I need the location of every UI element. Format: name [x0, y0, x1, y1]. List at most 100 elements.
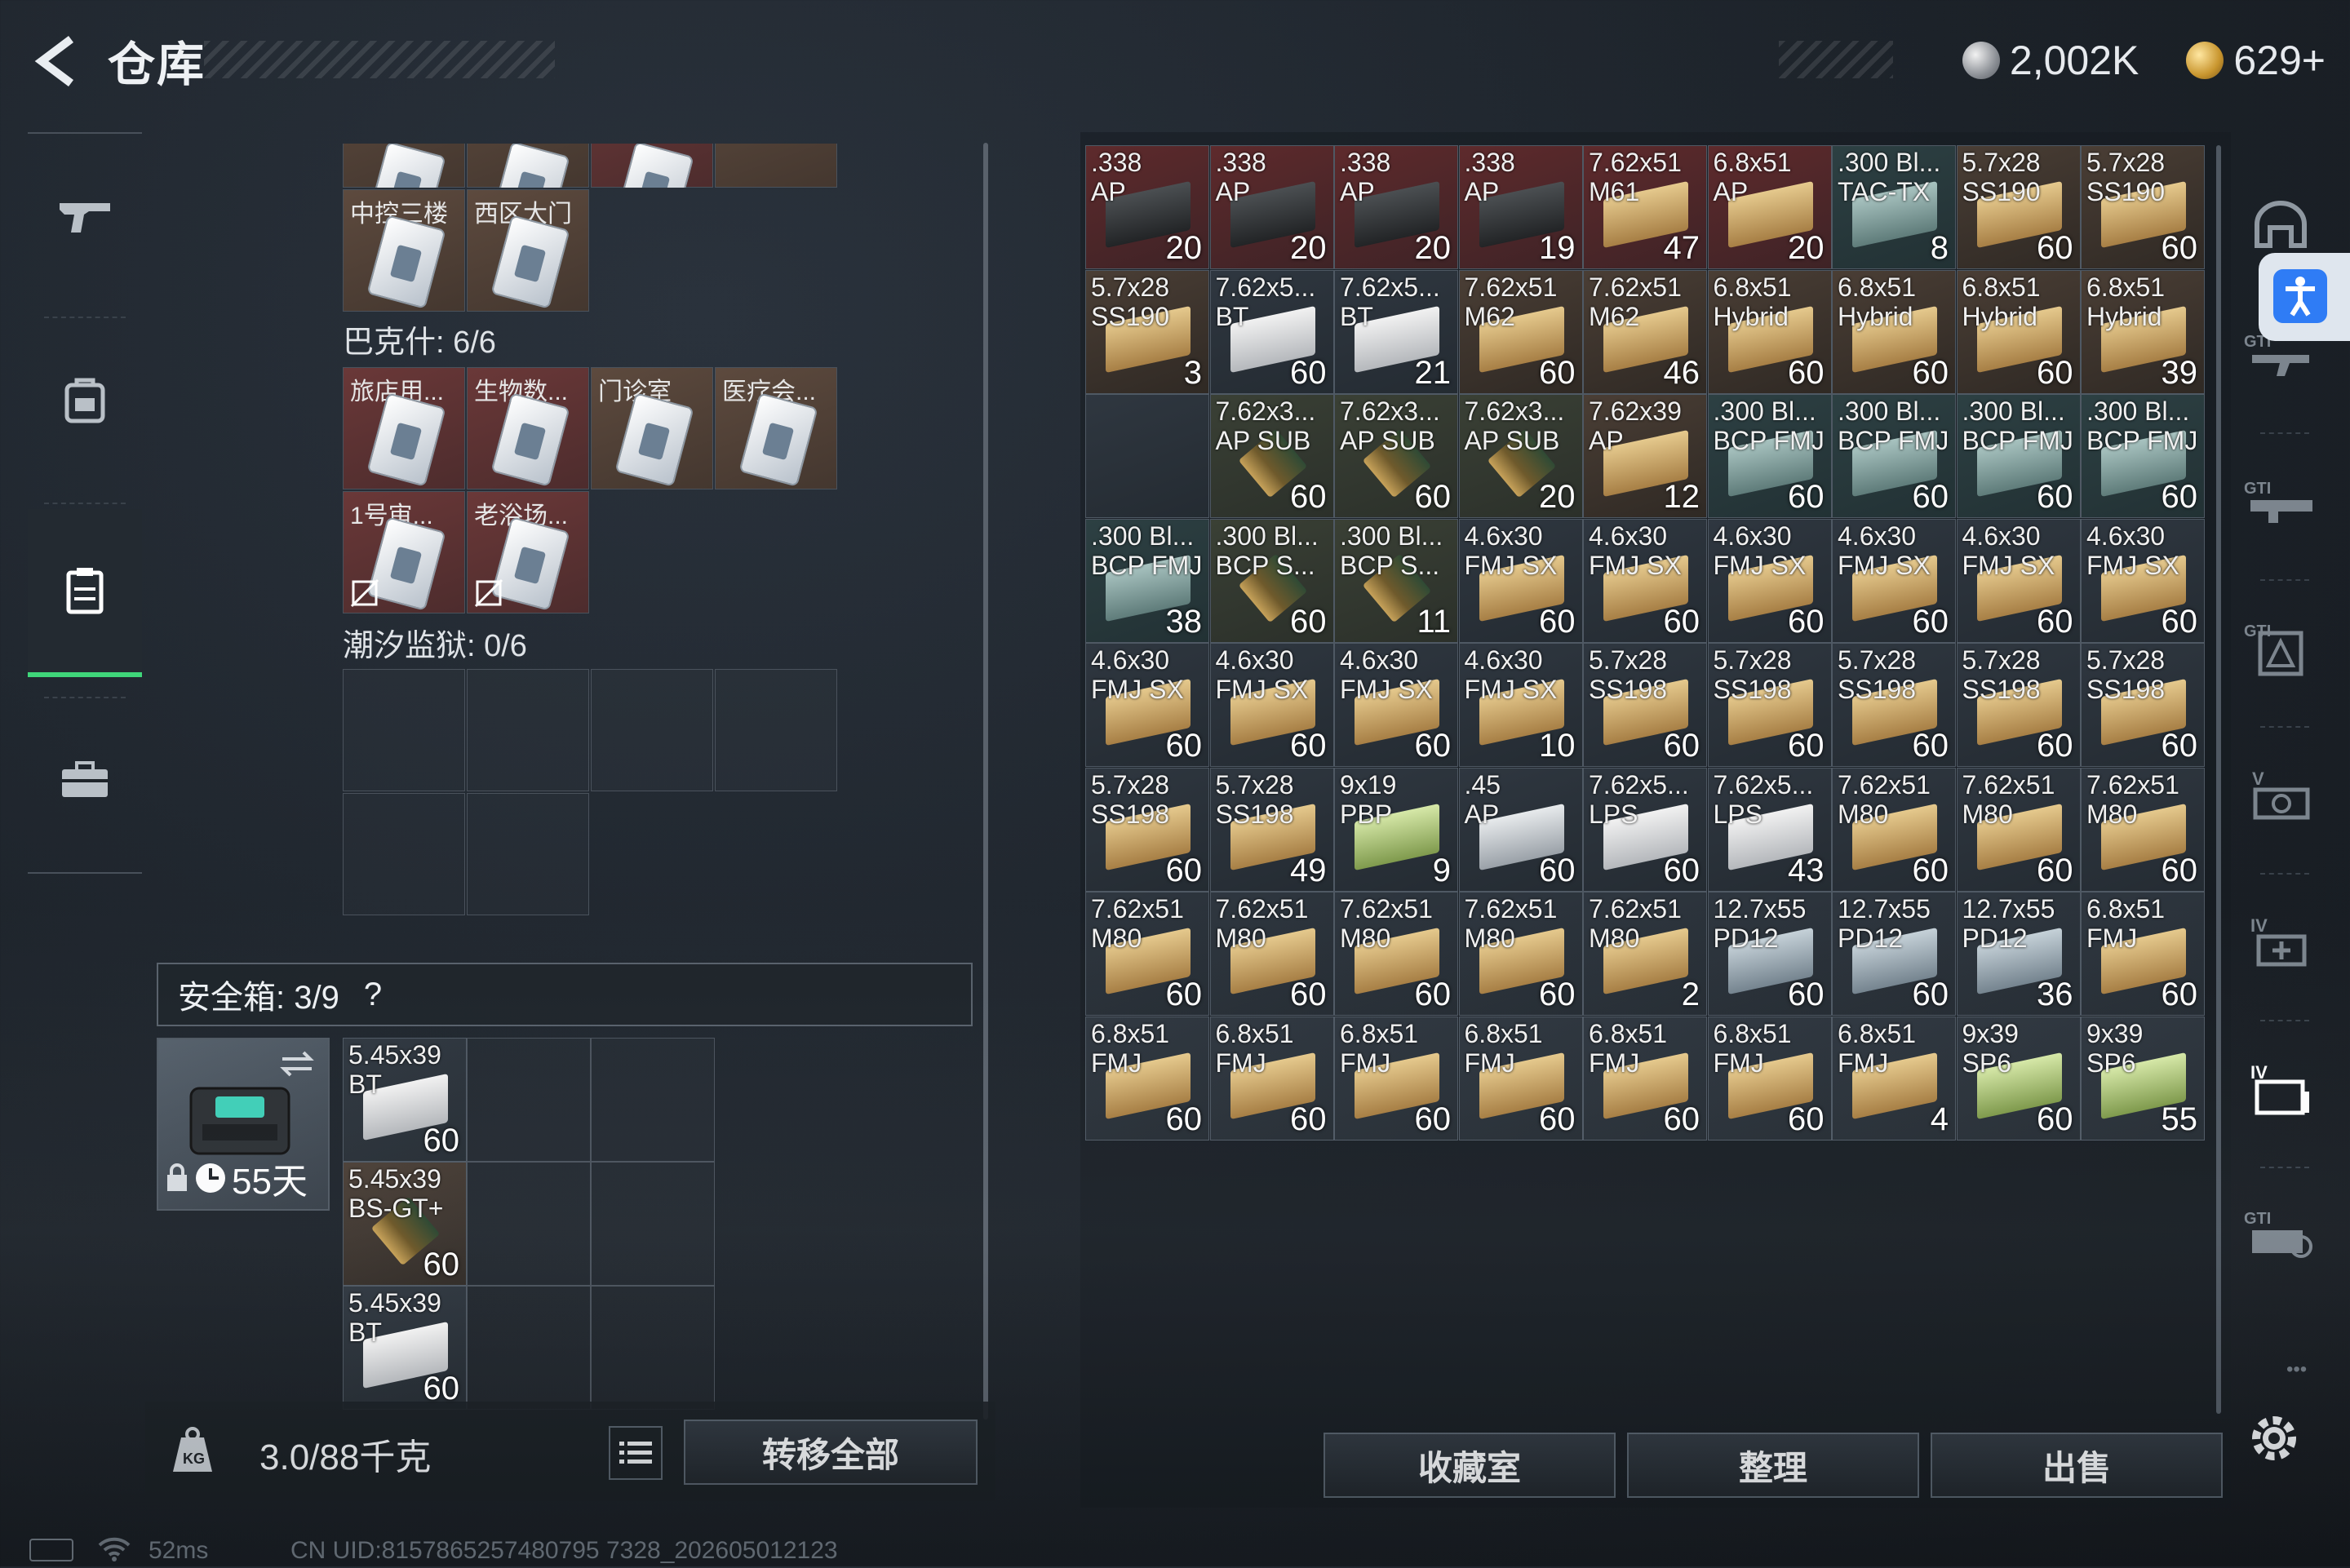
ammo-stack[interactable]: 12.7x55 PD12 36	[1956, 892, 2081, 1016]
category-gear[interactable]: GTI	[2236, 1191, 2326, 1281]
ammo-stack[interactable]: 6.8x51 Hybrid 60	[1956, 269, 2081, 394]
safe-item-slot[interactable]: 5.45x39 BT 60	[343, 1286, 467, 1410]
ammo-stack[interactable]: 4.6x30 FMJ SX 60	[1085, 643, 1209, 767]
empty-key-slot[interactable]	[591, 669, 713, 791]
ammo-stack[interactable]: 6.8x51 FMJ 60	[1209, 1016, 1334, 1141]
collection-room-button[interactable]: 收藏室	[1324, 1433, 1616, 1498]
key-slot[interactable]: 老浴场...	[467, 491, 589, 613]
ammo-stack[interactable]: 6.8x51 Hybrid 39	[2081, 269, 2205, 394]
ammo-stack[interactable]: 7.62x51 M80 60	[2081, 767, 2205, 892]
empty-safe-slot[interactable]	[467, 1162, 591, 1286]
empty-safe-slot[interactable]	[591, 1162, 715, 1286]
accessibility-button[interactable]	[2259, 253, 2350, 341]
ammo-stack[interactable]: 6.8x51 FMJ 60	[1458, 1016, 1583, 1141]
stash-scrollbar[interactable]	[2216, 145, 2221, 1414]
ammo-stack[interactable]: .45 AP 60	[1458, 767, 1583, 892]
key-slot[interactable]: 1号审...	[343, 491, 465, 613]
empty-key-slot[interactable]	[343, 669, 465, 791]
empty-safe-slot[interactable]	[467, 1038, 591, 1162]
ammo-stack[interactable]: 5.7x28 SS198 49	[1209, 767, 1334, 892]
ammo-stack[interactable]: 7.62x5... LPS 43	[1707, 767, 1832, 892]
ammo-stack[interactable]: 4.6x30 FMJ SX 60	[1832, 518, 1956, 643]
safe-item-slot[interactable]: 5.45x39 BS-GT+ 60	[343, 1162, 467, 1286]
safe-item-slot[interactable]: 5.45x39 BT 60	[343, 1038, 467, 1162]
ammo-stack[interactable]: 7.62x39 AP 12	[1583, 394, 1707, 518]
ammo-stack[interactable]: 4.6x30 FMJ SX 60	[1334, 643, 1458, 767]
empty-stash-slot[interactable]	[1085, 394, 1209, 518]
help-button[interactable]: ?	[364, 977, 382, 1013]
empty-safe-slot[interactable]	[591, 1038, 715, 1162]
key-slot[interactable]: 旅店用...	[343, 367, 465, 489]
ammo-stack[interactable]: 7.62x3... AP SUB 60	[1209, 394, 1334, 518]
ammo-stack[interactable]: 4.6x30 FMJ SX 60	[1583, 518, 1707, 643]
ammo-stack[interactable]: 7.62x5... LPS 60	[1583, 767, 1707, 892]
ammo-stack[interactable]: .300 Bl... TAC-TX 8	[1832, 145, 1956, 269]
ammo-stack[interactable]: .338 AP 20	[1209, 145, 1334, 269]
ammo-stack[interactable]: 6.8x51 Hybrid 60	[1832, 269, 1956, 394]
ammo-stack[interactable]: 7.62x51 M80 60	[1334, 892, 1458, 1016]
ammo-stack[interactable]: 5.7x28 SS190 60	[1956, 145, 2081, 269]
key-slot[interactable]: 中控三楼	[343, 189, 465, 312]
ammo-stack[interactable]: 9x39 SP6 60	[1956, 1016, 2081, 1141]
ammo-stack[interactable]: .300 Bl... BCP FMJ 60	[1956, 394, 2081, 518]
ammo-stack[interactable]: 9x39 SP6 55	[2081, 1016, 2205, 1141]
ammo-stack[interactable]: 7.62x51 M62 60	[1458, 269, 1583, 394]
ammo-stack[interactable]: .338 AP 20	[1334, 145, 1458, 269]
empty-safe-slot[interactable]	[467, 1286, 591, 1410]
ammo-stack[interactable]: .300 Bl... BCP FMJ 60	[1832, 394, 1956, 518]
ammo-stack[interactable]: 6.8x51 AP 20	[1707, 145, 1832, 269]
ammo-stack[interactable]: 4.6x30 FMJ SX 60	[2081, 518, 2205, 643]
ammo-stack[interactable]: 5.7x28 SS190 3	[1085, 269, 1209, 394]
key-slot[interactable]: 西区大门	[467, 189, 589, 312]
ammo-stack[interactable]: .300 Bl... BCP S... 11	[1334, 518, 1458, 643]
ammo-stack[interactable]: 6.8x51 FMJ 60	[1085, 1016, 1209, 1141]
ammo-stack[interactable]: 12.7x55 PD12 60	[1832, 892, 1956, 1016]
ammo-stack[interactable]: 7.62x51 M80 60	[1458, 892, 1583, 1016]
ammo-stack[interactable]: 6.8x51 FMJ 60	[2081, 892, 2205, 1016]
transfer-all-button[interactable]: 转移全部	[684, 1420, 978, 1485]
ammo-stack[interactable]: 6.8x51 FMJ 4	[1832, 1016, 1956, 1141]
ammo-stack[interactable]: 9x19 PBP 9	[1334, 767, 1458, 892]
ammo-stack[interactable]: 4.6x30 FMJ SX 60	[1458, 518, 1583, 643]
ammo-stack[interactable]: 5.7x28 SS198 60	[1956, 643, 2081, 767]
ammo-stack[interactable]: 5.7x28 SS198 60	[1583, 643, 1707, 767]
ammo-stack[interactable]: 6.8x51 FMJ 60	[1334, 1016, 1458, 1141]
key-slot[interactable]: 医疗会...	[715, 367, 837, 489]
key-slot[interactable]: 生物数...	[467, 367, 589, 489]
ammo-stack[interactable]: 7.62x51 M80 60	[1085, 892, 1209, 1016]
left-scrollbar[interactable]	[983, 143, 988, 1420]
sell-button[interactable]: 出售	[1931, 1433, 2223, 1498]
ammo-stack[interactable]: .300 Bl... BCP FMJ 60	[1707, 394, 1832, 518]
ammo-stack[interactable]: 7.62x51 M61 47	[1583, 145, 1707, 269]
ammo-stack[interactable]: 7.62x3... AP SUB 20	[1458, 394, 1583, 518]
ammo-stack[interactable]: 7.62x5... BT 60	[1209, 269, 1334, 394]
empty-key-slot[interactable]	[467, 793, 589, 915]
key-slot[interactable]: 门诊室	[591, 367, 713, 489]
ammo-stack[interactable]: 5.7x28 SS198 60	[1707, 643, 1832, 767]
settings-button[interactable]	[2246, 1410, 2303, 1467]
ammo-stack[interactable]: .300 Bl... BCP FMJ 60	[2081, 394, 2205, 518]
ammo-stack[interactable]: 6.8x51 Hybrid 60	[1707, 269, 1832, 394]
nav-weapons[interactable]	[28, 134, 142, 297]
category-optics[interactable]: V	[2236, 751, 2326, 840]
category-containers[interactable]: IV	[2236, 1044, 2326, 1134]
nav-storage[interactable]	[28, 509, 142, 677]
back-button[interactable]	[24, 33, 90, 90]
ammo-stack[interactable]: 5.7x28 SS198 60	[1085, 767, 1209, 892]
ammo-stack[interactable]: 5.7x28 SS198 60	[1832, 643, 1956, 767]
empty-safe-slot[interactable]	[591, 1286, 715, 1410]
ammo-stack[interactable]: 7.62x51 M80 60	[1832, 767, 1956, 892]
ammo-stack[interactable]: 4.6x30 FMJ SX 60	[1707, 518, 1832, 643]
category-armor[interactable]: GTI	[2236, 604, 2326, 693]
ammo-stack[interactable]: .300 Bl... BCP FMJ 38	[1085, 518, 1209, 643]
empty-key-slot[interactable]	[343, 793, 465, 915]
nav-briefcase[interactable]	[28, 698, 142, 862]
ammo-stack[interactable]: 12.7x55 PD12 60	[1707, 892, 1832, 1016]
ammo-stack[interactable]: 6.8x51 FMJ 60	[1583, 1016, 1707, 1141]
ammo-stack[interactable]: 7.62x3... AP SUB 60	[1334, 394, 1458, 518]
category-medical[interactable]: IV	[2236, 897, 2326, 987]
category-smg[interactable]: GTI	[2236, 457, 2326, 547]
ammo-stack[interactable]: 7.62x5... BT 21	[1334, 269, 1458, 394]
empty-key-slot[interactable]	[715, 669, 837, 791]
ammo-stack[interactable]: 4.6x30 FMJ SX 10	[1458, 643, 1583, 767]
